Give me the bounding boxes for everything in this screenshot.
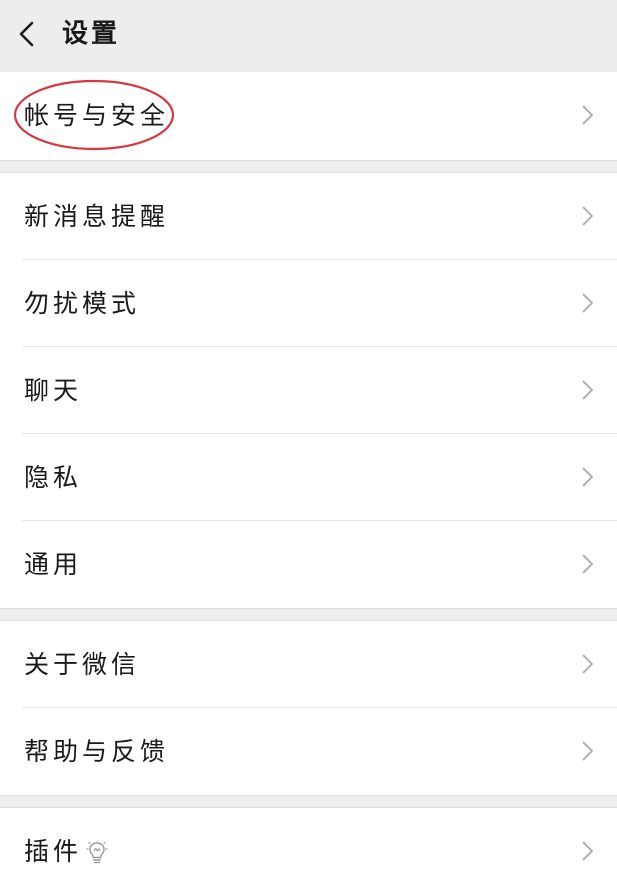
settings-item-label: 插件 — [24, 837, 83, 866]
chevron-right-icon — [582, 741, 593, 761]
settings-group-account: 帐号与安全 — [0, 72, 617, 160]
top-bar: 设置 — [0, 0, 617, 72]
chevron-right-icon — [582, 206, 593, 226]
chevron-right-icon — [582, 293, 593, 313]
settings-item-account-security[interactable]: 帐号与安全 — [0, 72, 617, 160]
section-gap — [0, 795, 617, 808]
chevron-right-icon — [582, 380, 593, 400]
settings-group-plugins: 插件 — [0, 808, 617, 895]
settings-item-label: 勿扰模式 — [24, 289, 141, 318]
settings-item-label: 关于微信 — [24, 650, 141, 679]
section-gap — [0, 608, 617, 621]
settings-item-label: 新消息提醒 — [24, 202, 170, 231]
settings-item-label: 通用 — [24, 550, 83, 579]
settings-item-help-feedback[interactable]: 帮助与反馈 — [0, 708, 617, 795]
chevron-right-icon — [582, 841, 593, 861]
back-icon[interactable] — [14, 20, 42, 48]
settings-item-label: 聊天 — [24, 376, 83, 405]
chevron-right-icon — [582, 654, 593, 674]
settings-item-about-wechat[interactable]: 关于微信 — [0, 621, 617, 708]
settings-item-privacy[interactable]: 隐私 — [0, 434, 617, 521]
chevron-right-icon — [582, 105, 593, 125]
settings-item-label: 帐号与安全 — [24, 101, 170, 130]
settings-item-label: 帮助与反馈 — [24, 737, 170, 766]
section-gap — [0, 160, 617, 173]
settings-group-main: 新消息提醒 勿扰模式 聊天 隐私 通用 — [0, 173, 617, 608]
lightbulb-icon — [86, 841, 108, 864]
page-title: 设置 — [62, 19, 121, 49]
chevron-right-icon — [582, 554, 593, 574]
settings-item-chat[interactable]: 聊天 — [0, 347, 617, 434]
settings-item-plugins[interactable]: 插件 — [0, 808, 617, 895]
chevron-right-icon — [582, 467, 593, 487]
settings-item-do-not-disturb[interactable]: 勿扰模式 — [0, 260, 617, 347]
settings-item-general[interactable]: 通用 — [0, 521, 617, 608]
settings-item-new-message-alerts[interactable]: 新消息提醒 — [0, 173, 617, 260]
settings-group-about: 关于微信 帮助与反馈 — [0, 621, 617, 795]
settings-item-label: 隐私 — [24, 463, 83, 492]
